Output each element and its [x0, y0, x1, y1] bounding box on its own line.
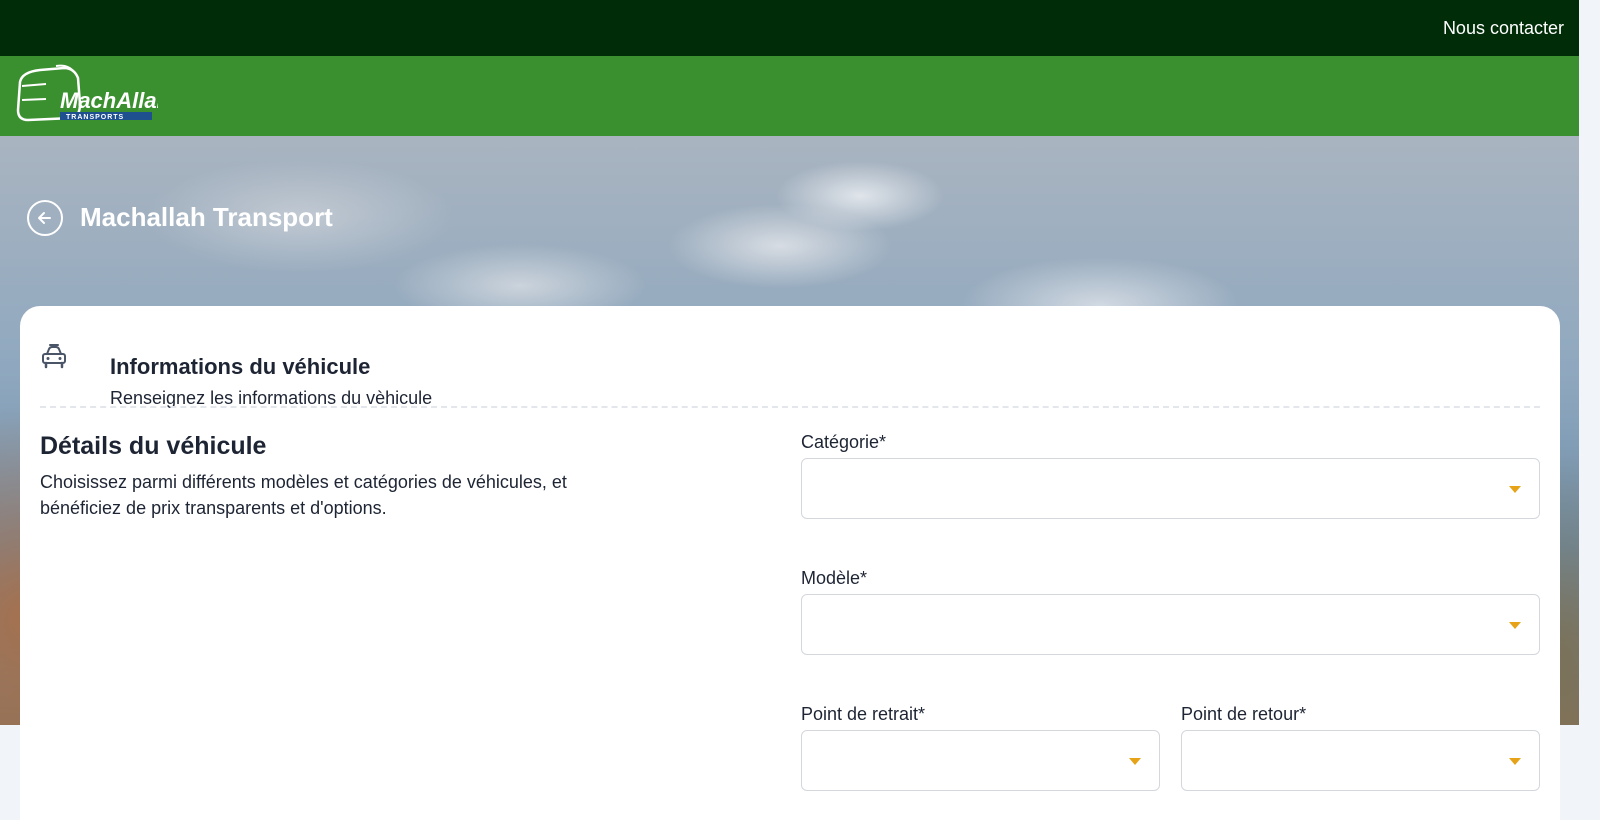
- car-icon: [42, 344, 66, 369]
- vehicle-form-card: Informations du véhicule Renseignez les …: [20, 306, 1560, 820]
- page: Nous contacter MachAllah TRANSPORTS Mach…: [0, 0, 1579, 820]
- details-title: Détails du véhicule: [40, 432, 267, 460]
- details-intro: Détails du véhicule Choisissez parmi dif…: [40, 432, 600, 521]
- chevron-down-icon: [1509, 486, 1521, 493]
- chevron-down-icon: [1509, 758, 1521, 765]
- brand-logo[interactable]: MachAllah TRANSPORTS: [16, 64, 170, 124]
- contact-link[interactable]: Nous contacter: [1443, 18, 1564, 39]
- scrollbar[interactable]: [1579, 0, 1600, 820]
- categorie-label: Catégorie*: [801, 432, 887, 452]
- divider: [40, 406, 1540, 408]
- back-button[interactable]: [27, 200, 63, 236]
- section-title: Informations du véhicule: [110, 354, 371, 379]
- section-header: Informations du véhicule Renseignez les …: [40, 330, 1540, 412]
- modele-select[interactable]: [801, 594, 1540, 655]
- logo-subtext: TRANSPORTS: [66, 114, 124, 121]
- logo-text: MachAllah: [60, 88, 158, 113]
- bus-logo-icon: MachAllah TRANSPORTS: [16, 64, 170, 122]
- details-description: Choisissez parmi différents modèles et c…: [40, 472, 567, 518]
- modele-label: Modèle*: [801, 568, 868, 588]
- nav-bar: MachAllah TRANSPORTS: [0, 56, 1579, 136]
- retrait-select[interactable]: [801, 730, 1160, 791]
- top-bar: Nous contacter: [0, 0, 1579, 56]
- arrow-left-icon: [38, 212, 51, 224]
- categorie-select[interactable]: [801, 458, 1540, 519]
- chevron-down-icon: [1509, 622, 1521, 629]
- retrait-label: Point de retrait*: [801, 704, 926, 724]
- page-title: Machallah Transport: [80, 202, 333, 232]
- retour-select[interactable]: [1181, 730, 1540, 791]
- retour-label: Point de retour*: [1181, 704, 1307, 724]
- chevron-down-icon: [1129, 758, 1141, 765]
